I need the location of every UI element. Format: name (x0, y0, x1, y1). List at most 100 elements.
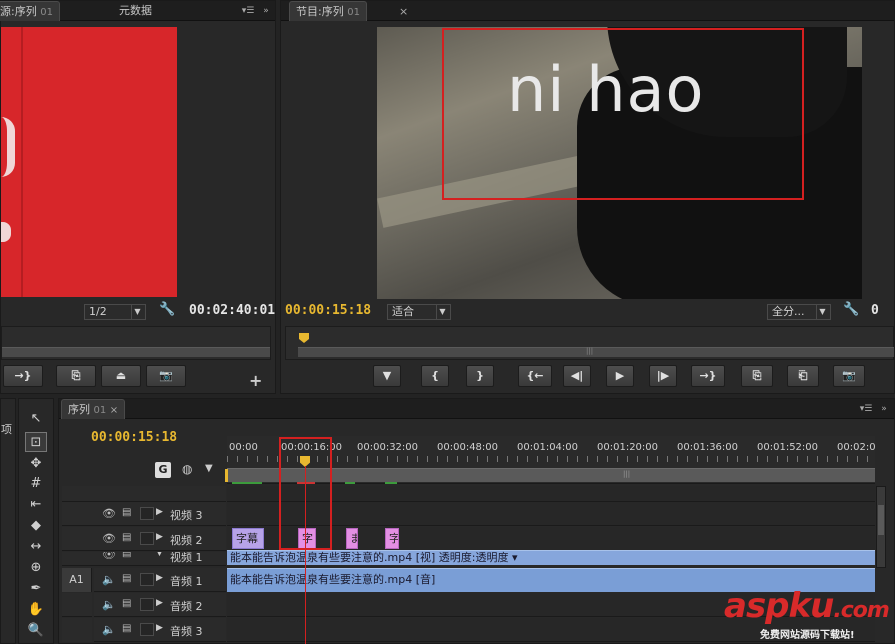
selection-tool-icon[interactable]: ↖ (25, 409, 47, 429)
source-scale-dropdown[interactable]: 1/2 ▼ (84, 304, 146, 320)
tab-source[interactable]: 源:序列 01 (0, 1, 60, 21)
snap-icon[interactable]: G (155, 462, 171, 478)
program-timecode[interactable]: 00:00:15:18 (285, 303, 371, 318)
expand-triangle-icon[interactable]: ▶ (156, 623, 163, 633)
mark-out-button[interactable]: } (466, 365, 494, 387)
link-icon[interactable]: ◍ (182, 462, 198, 478)
panel-expand-icon[interactable]: » (877, 403, 891, 415)
ruler-label: 00:01:20:00 (597, 442, 659, 453)
close-icon[interactable]: × (110, 405, 118, 416)
export-frame-button[interactable]: 📷 (146, 365, 186, 387)
track-header-v2[interactable]: 👁 ▤ ▶ 视频 2 (62, 527, 226, 551)
title-clip[interactable]: 字幕 (232, 528, 264, 549)
render-bar-green (385, 482, 397, 484)
collapse-triangle-icon[interactable]: ▼ (156, 552, 163, 558)
program-scrubber[interactable]: ||| (285, 326, 894, 360)
expand-triangle-icon[interactable]: ▶ (156, 532, 163, 542)
panel-menu-icon[interactable]: ▾☰ (241, 5, 255, 17)
track-header-v3[interactable]: 👁 ▤ ▶ 视频 3 (62, 502, 226, 526)
hand-tool-icon[interactable]: ✋ (25, 600, 47, 620)
rate-stretch-tool-icon[interactable]: ⇤ (25, 495, 47, 515)
close-icon[interactable]: × (399, 5, 408, 18)
annotation-box-playhead (279, 437, 332, 550)
source-video-frame (1, 27, 177, 297)
tab-metadata[interactable]: 元数据 (113, 1, 158, 21)
panel-expand-icon[interactable]: » (259, 5, 273, 17)
tab-source-label: 源:序列 (0, 5, 37, 18)
mark-in-button[interactable]: { (421, 365, 449, 387)
track-header-a3[interactable]: 🔈 ▤ ▶ 音频 3 (94, 618, 226, 642)
lock-toggle[interactable] (140, 532, 154, 545)
playhead-icon[interactable] (299, 333, 309, 343)
rolling-edit-tool-icon[interactable]: # (25, 474, 47, 494)
lock-toggle[interactable] (140, 623, 154, 636)
tab-program[interactable]: 节目:序列 01 (289, 1, 367, 21)
wrench-icon[interactable]: 🔧 (843, 302, 859, 318)
extract-button[interactable]: ⎗ (787, 365, 819, 387)
slip-tool-icon[interactable]: ↔ (25, 537, 47, 557)
wrench-icon[interactable]: 🔧 (159, 302, 175, 318)
lock-toggle[interactable] (140, 573, 154, 586)
scrollbar-thumb[interactable] (878, 505, 884, 535)
project-panel-edge: 项 (0, 398, 16, 644)
speaker-icon[interactable]: 🔈 (102, 598, 116, 611)
lock-toggle[interactable] (140, 598, 154, 611)
eye-icon[interactable]: 👁 (102, 552, 116, 561)
lift-button[interactable]: ⎘ (741, 365, 773, 387)
track-name: 音频 2 (170, 600, 203, 613)
pen-tool-icon[interactable]: ✒ (25, 579, 47, 599)
lift-button[interactable]: ⏏ (101, 365, 141, 387)
play-button[interactable]: ▶ (606, 365, 634, 387)
lock-toggle[interactable] (140, 507, 154, 520)
track-header-a2[interactable]: 🔈 ▤ ▶ 音频 2 (94, 593, 226, 617)
work-area-grip: ||| (623, 470, 631, 478)
export-frame-button[interactable]: 📷 (833, 365, 865, 387)
expand-triangle-icon[interactable]: ▶ (156, 598, 163, 608)
zoom-tool-icon[interactable]: 🔍 (25, 621, 47, 641)
program-fit-dropdown[interactable]: 适合 ▼ (387, 304, 451, 320)
track-header-v1[interactable]: 👁 ▤ ▼ 视频 1 (62, 552, 226, 566)
audio-target-blank (62, 593, 92, 617)
film-icon[interactable]: ▤ (122, 552, 131, 559)
add-button-icon[interactable]: + (249, 371, 262, 390)
eye-icon[interactable]: 👁 (102, 532, 116, 545)
overwrite-button[interactable]: →} (3, 365, 43, 387)
video-clip[interactable]: 能本能告诉泡温泉有些要注意的.mp4 [视] 透明度:透明度 ▾ (227, 550, 875, 565)
track-settings-icon[interactable]: ▤ (122, 573, 131, 584)
timeline-scrollbar[interactable] (876, 486, 886, 568)
track-settings-icon[interactable]: ▤ (122, 623, 131, 634)
eye-icon[interactable]: 👁 (102, 507, 116, 520)
insert-button[interactable]: ⎘ (56, 365, 96, 387)
ripple-edit-tool-icon[interactable]: ✥ (25, 454, 47, 474)
slide-tool-icon[interactable]: ⊕ (25, 558, 47, 578)
source-scrubber[interactable] (1, 326, 271, 360)
project-panel-label: 项 (1, 423, 12, 436)
film-icon[interactable]: ▤ (122, 507, 131, 518)
expand-triangle-icon[interactable]: ▶ (156, 573, 163, 583)
panel-menu-icon[interactable]: ▾☰ (859, 403, 873, 415)
audio-target-a1[interactable]: A1 (62, 568, 92, 592)
expand-triangle-icon[interactable]: ▶ (156, 507, 163, 517)
step-forward-button[interactable]: |▶ (649, 365, 677, 387)
watermark-brand: aspku.com (724, 586, 890, 626)
speaker-icon[interactable]: 🔈 (102, 623, 116, 636)
track-header-a1[interactable]: 🔈 ▤ ▶ 音频 1 (94, 568, 226, 592)
track-select-tool-icon[interactable]: ⊡ (25, 432, 47, 452)
timeline-timecode[interactable]: 00:00:15:18 (91, 430, 177, 445)
add-marker-button[interactable]: ▼ (373, 365, 401, 387)
film-icon[interactable]: ▤ (122, 532, 131, 543)
go-to-out-button[interactable]: →} (691, 365, 725, 387)
tab-sequence[interactable]: 序列 01 × (61, 399, 126, 419)
razor-tool-icon[interactable]: ◆ (25, 516, 47, 536)
timeline-tabbar: 序列 01 × ▾☰ » (59, 399, 894, 419)
go-to-in-button[interactable]: {← (518, 365, 552, 387)
step-back-button[interactable]: ◀| (563, 365, 591, 387)
title-clip[interactable]: 字 (385, 528, 399, 549)
title-clip[interactable]: ま (346, 528, 358, 549)
ruler-label: 00:01:36:00 (677, 442, 739, 453)
add-marker-icon[interactable]: ▼ (205, 463, 213, 474)
track-settings-icon[interactable]: ▤ (122, 598, 131, 609)
source-scrubber-bar (2, 347, 270, 357)
speaker-icon[interactable]: 🔈 (102, 573, 116, 586)
program-quality-dropdown[interactable]: 全分... ▼ (767, 304, 831, 320)
